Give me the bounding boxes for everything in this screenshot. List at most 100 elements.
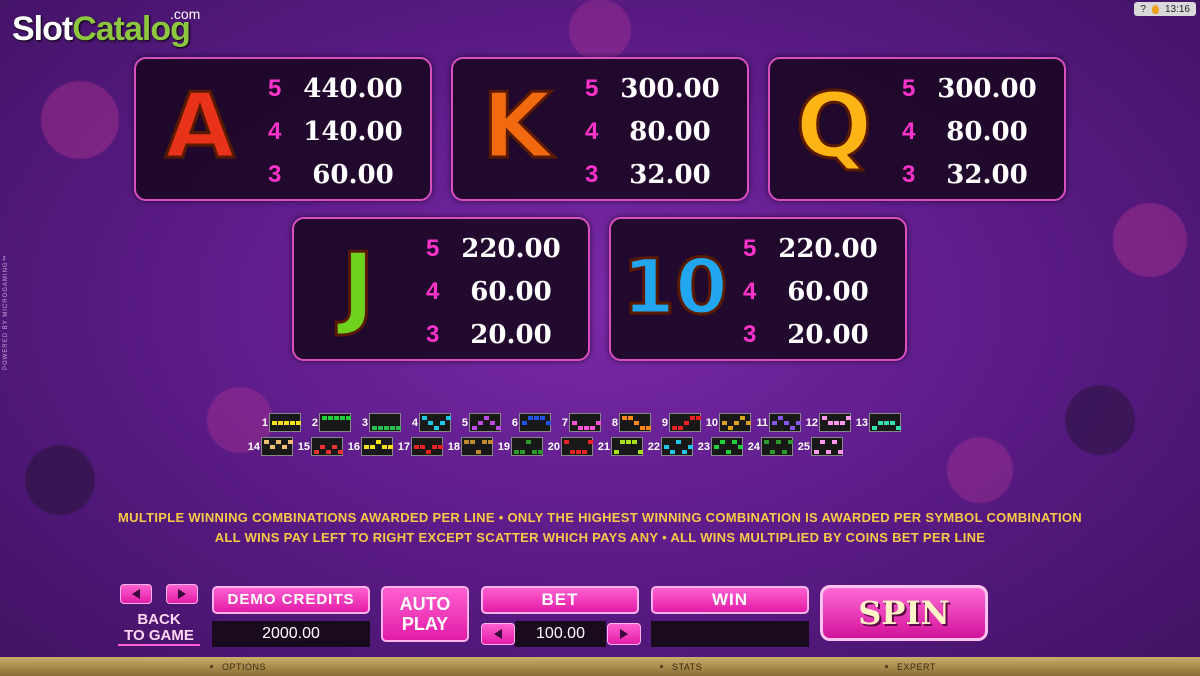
payline-mark — [372, 426, 377, 430]
payline-mark — [270, 445, 275, 449]
payline-mark — [772, 421, 777, 425]
payline-number: 21 — [597, 440, 610, 453]
payline-4: 4 — [404, 412, 451, 433]
payline-mark — [628, 416, 633, 420]
payline-mark — [472, 426, 477, 430]
payline-mark — [578, 426, 583, 430]
pay-row: 3 32.00 — [902, 153, 1052, 196]
payline-mark — [370, 445, 375, 449]
payline-9: 9 — [654, 412, 701, 433]
payline-mark — [476, 450, 481, 454]
prev-page-button[interactable] — [120, 584, 152, 604]
bet-decrease-button[interactable] — [481, 623, 515, 645]
payline-mark — [890, 421, 895, 425]
payline-mark — [790, 426, 795, 430]
back-to-game-button[interactable]: BACK TO GAME — [118, 612, 200, 646]
payline-5: 5 — [454, 412, 501, 433]
payline-mark — [620, 440, 625, 444]
payline-mark — [834, 421, 839, 425]
payline-mark — [778, 416, 783, 420]
arrow-left-icon — [132, 589, 140, 599]
next-page-button[interactable] — [166, 584, 198, 604]
pay-count: 4 — [743, 277, 757, 305]
payline-12: 12 — [804, 412, 851, 433]
payline-diagram — [719, 413, 751, 432]
payline-diagram — [269, 413, 301, 432]
pay-row: 4 60.00 — [426, 270, 576, 313]
payline-diagram — [611, 437, 643, 456]
payline-diagram — [469, 413, 501, 432]
payline-number: 17 — [397, 440, 410, 453]
payline-mark — [290, 421, 295, 425]
options-button[interactable]: OPTIONS — [222, 662, 266, 672]
payline-mark — [776, 440, 781, 444]
payline-diagram — [661, 437, 693, 456]
payline-13: 13 — [854, 412, 901, 433]
payline-mark — [288, 440, 293, 444]
payline-mark — [376, 440, 381, 444]
payline-diagram — [561, 437, 593, 456]
payline-diagram — [461, 437, 493, 456]
symbol-a: A — [164, 74, 237, 179]
flame-icon — [1151, 4, 1159, 14]
payline-diagram — [511, 437, 543, 456]
payline-number: 7 — [561, 416, 568, 429]
pay-count: 3 — [902, 160, 916, 188]
paytable-panel-a: A 5 440.00 4 140.00 3 60.00 — [134, 57, 432, 201]
payline-mark — [470, 440, 475, 444]
payline-number: 24 — [747, 440, 760, 453]
payline-number: 23 — [697, 440, 710, 453]
expert-button[interactable]: EXPERT — [897, 662, 936, 672]
payline-mark — [326, 450, 331, 454]
payline-mark — [496, 426, 501, 430]
pay-value: 32.00 — [946, 159, 1028, 190]
pay-value: 60.00 — [787, 276, 869, 307]
payline-mark — [422, 416, 427, 420]
payline-15: 15 — [296, 436, 343, 457]
payline-mark — [872, 426, 877, 430]
payline-mark — [390, 426, 395, 430]
spin-button[interactable]: SPIN — [820, 585, 988, 641]
payline-mark — [490, 421, 495, 425]
pay-value: 140.00 — [303, 116, 403, 147]
pay-row: 5 300.00 — [902, 67, 1052, 110]
payline-mark — [520, 450, 525, 454]
pay-count: 3 — [743, 320, 757, 348]
autoplay-button[interactable]: AUTO PLAY — [381, 586, 469, 642]
stats-button[interactable]: STATS — [672, 662, 702, 672]
payline-mark — [720, 440, 725, 444]
pay-row: 5 440.00 — [268, 67, 418, 110]
payline-mark — [770, 450, 775, 454]
payline-mark — [832, 440, 837, 444]
payline-mark — [464, 440, 469, 444]
autoplay-label-2: PLAY — [401, 614, 449, 634]
pay-count: 5 — [268, 74, 282, 102]
payline-mark — [646, 426, 651, 430]
payline-mark — [728, 426, 733, 430]
win-value — [651, 621, 809, 647]
payline-mark — [726, 450, 731, 454]
demo-credits-label: DEMO CREDITS — [212, 586, 370, 614]
payline-diagram — [369, 413, 401, 432]
payline-mark — [784, 421, 789, 425]
symbol-10: 10 — [621, 242, 730, 331]
paytable-panel-j: J 5 220.00 4 60.00 3 20.00 — [292, 217, 590, 361]
payline-mark — [664, 445, 669, 449]
payline-mark — [440, 421, 445, 425]
pay-count: 4 — [585, 117, 599, 145]
payline-mark — [676, 440, 681, 444]
payline-18: 18 — [446, 436, 493, 457]
pay-count: 5 — [743, 234, 757, 262]
symbol-q: Q — [794, 74, 874, 179]
payline-number: 10 — [705, 416, 718, 429]
pay-count: 4 — [902, 117, 916, 145]
payline-mark — [570, 450, 575, 454]
payline-number: 4 — [411, 416, 418, 429]
pay-value: 220.00 — [778, 233, 878, 264]
payline-mark — [632, 440, 637, 444]
payline-mark — [884, 421, 889, 425]
bet-increase-button[interactable] — [607, 623, 641, 645]
help-icon[interactable]: ? — [1140, 4, 1146, 15]
payline-number: 2 — [311, 416, 318, 429]
payline-mark — [682, 450, 687, 454]
